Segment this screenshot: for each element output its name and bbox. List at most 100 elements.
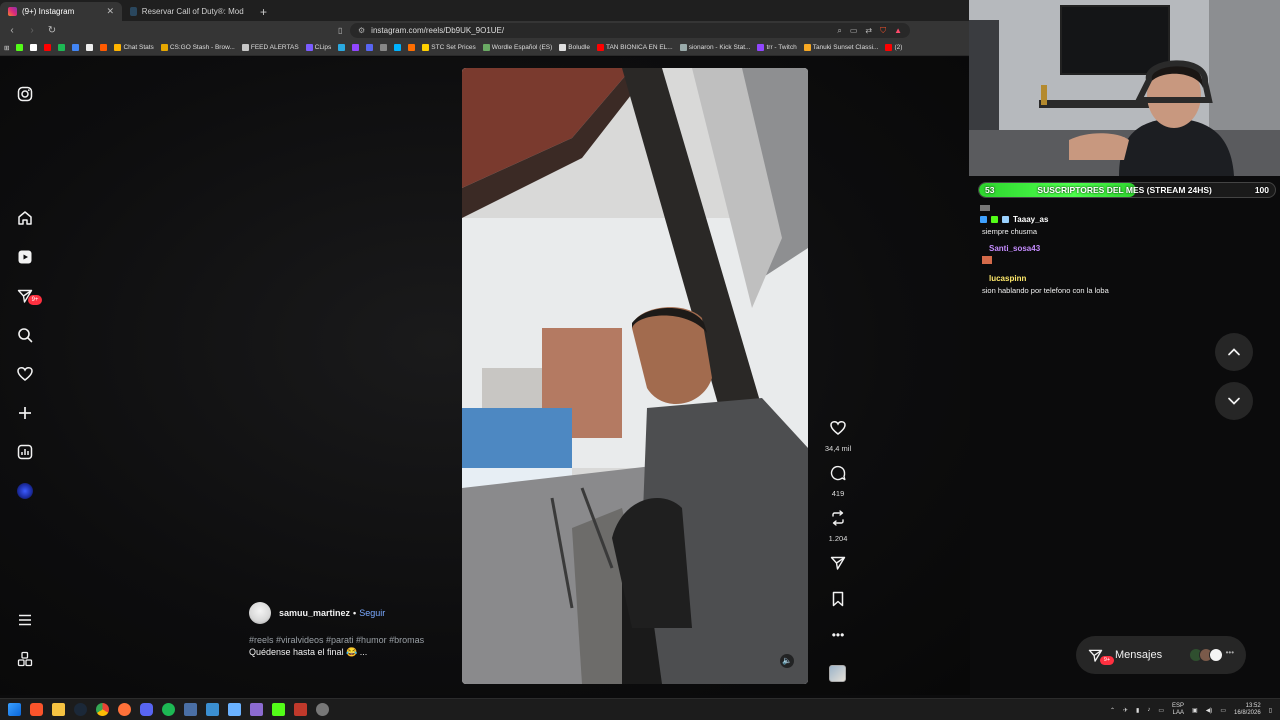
browser-tabbar: (9+) Instagram ✕ Reservar Call of Duty®:… xyxy=(0,0,970,21)
app-icon[interactable] xyxy=(206,703,219,716)
chevron-up-icon[interactable]: ⌃ xyxy=(1110,707,1115,714)
previous-reel-button[interactable] xyxy=(1215,333,1253,371)
bookmark-icon[interactable] xyxy=(394,44,402,51)
next-reel-button[interactable] xyxy=(1215,382,1253,420)
bookmark-feed-alertas[interactable]: FEED ALERTAS xyxy=(241,44,299,51)
back-icon[interactable]: ‹ xyxy=(6,25,18,36)
battery-icon[interactable]: ▭ xyxy=(1220,707,1226,714)
bookmark-chat-stats[interactable]: Chat Stats xyxy=(114,44,154,51)
dashboard-icon[interactable] xyxy=(17,444,33,460)
file-explorer-icon[interactable] xyxy=(52,703,65,716)
new-tab-button[interactable]: + xyxy=(252,2,275,21)
apps-grid-icon[interactable]: ⊞ xyxy=(4,44,9,52)
hashtags[interactable]: #reels #viralvideos #parati #humor #brom… xyxy=(249,634,449,646)
bookmark-tan-bionica[interactable]: TAN BIONICA EN EL... xyxy=(596,44,673,51)
app-icon[interactable] xyxy=(294,703,307,716)
address-bar[interactable]: ▯ ⚙ instagram.com/reels/Db9UK_9O1UE/ ⌕ ▭… xyxy=(338,23,910,38)
tray-app-icon[interactable]: ▮ xyxy=(1136,707,1139,714)
firefox-icon[interactable] xyxy=(118,703,131,716)
settings-icon[interactable] xyxy=(316,703,329,716)
site-info-icon[interactable]: ⚙ xyxy=(358,26,365,35)
app-icon[interactable] xyxy=(228,703,241,716)
mute-icon[interactable]: 🔈 xyxy=(780,654,794,668)
discord-icon[interactable] xyxy=(140,703,153,716)
home-icon[interactable] xyxy=(17,210,33,226)
windows-start-icon[interactable] xyxy=(8,703,21,716)
heart-icon[interactable] xyxy=(17,366,33,382)
url-text[interactable]: instagram.com/reels/Db9UK_9O1UE/ xyxy=(371,26,504,35)
brave-shield-icon[interactable]: ⛉ xyxy=(880,26,886,36)
tray-app-icon[interactable]: ✈ xyxy=(1123,707,1128,714)
bookmark-stc-set-prices[interactable]: STC Set Prices xyxy=(422,44,476,51)
bookmark-boludle[interactable]: Boludle xyxy=(559,44,590,51)
messages-button[interactable]: 9+ Mensajes ••• xyxy=(1076,636,1246,674)
language-indicator[interactable]: ESP LAA xyxy=(1172,703,1184,717)
profile-avatar[interactable] xyxy=(17,483,33,499)
tray-app-icon[interactable]: ▭ xyxy=(1158,707,1164,714)
bookmark-icon[interactable] xyxy=(72,44,80,51)
bookmark-icon[interactable] xyxy=(408,44,416,51)
steam-icon[interactable] xyxy=(74,703,87,716)
brave-browser-icon[interactable] xyxy=(30,703,43,716)
app-icon[interactable] xyxy=(250,703,263,716)
comment-button[interactable]: 419 xyxy=(822,465,854,498)
bookmark-youtube-2[interactable]: (2) xyxy=(885,44,902,51)
instagram-page: 9+ 🔈 34,4 mil 419 1.204 ••• samuu_martin… xyxy=(0,57,970,695)
cast-icon[interactable]: ▭ xyxy=(850,26,858,36)
create-plus-icon[interactable] xyxy=(17,405,33,421)
bookmark-twitch[interactable]: trr - Twitch xyxy=(757,44,797,51)
bookmark-kick-stats[interactable]: sionaron - Kick Stat... xyxy=(679,44,750,51)
bookmark-tanuki[interactable]: Tanuki Sunset Classi... xyxy=(803,44,878,51)
chat-username: lucaspinn xyxy=(989,274,1027,283)
share-button[interactable] xyxy=(822,555,854,576)
author-username[interactable]: samuu_martinez xyxy=(279,608,350,618)
audio-thumbnail[interactable] xyxy=(829,665,846,682)
volume-icon[interactable]: ◀) xyxy=(1206,707,1213,714)
bookmark-clips[interactable]: CLips xyxy=(305,44,331,51)
kick-icon[interactable] xyxy=(272,703,285,716)
bookmark-icon[interactable] xyxy=(86,44,94,51)
menu-icon[interactable] xyxy=(17,612,33,628)
chat-emote xyxy=(980,205,990,211)
more-apps-icon[interactable] xyxy=(17,651,33,667)
repost-button[interactable]: 1.204 xyxy=(822,510,854,543)
spotify-icon[interactable] xyxy=(162,703,175,716)
bookmark-icon[interactable] xyxy=(30,44,38,51)
clock[interactable]: 13:52 16/8/2026 xyxy=(1234,703,1261,717)
bookmark-wordle[interactable]: Wordle Español (ES) xyxy=(482,44,552,51)
tab-instagram[interactable]: (9+) Instagram ✕ xyxy=(0,2,122,21)
bookmark-star-icon[interactable]: ▯ xyxy=(338,26,342,35)
bookmark-icon[interactable] xyxy=(58,44,66,51)
close-tab-icon[interactable]: ✕ xyxy=(106,6,114,17)
microphone-icon[interactable]: ♪ xyxy=(1147,707,1150,713)
instagram-logo-icon[interactable] xyxy=(17,86,33,102)
chrome-icon[interactable] xyxy=(96,703,109,716)
follow-button[interactable]: Seguir xyxy=(359,608,385,618)
author-avatar[interactable] xyxy=(249,602,271,624)
bookmark-icon[interactable] xyxy=(380,44,388,51)
save-button[interactable] xyxy=(822,591,854,612)
caption-text[interactable]: Quédense hasta el final 😂 ... xyxy=(249,647,449,658)
bookmark-icon xyxy=(832,591,844,607)
tab-call-of-duty[interactable]: Reservar Call of Duty®: Modern War... xyxy=(122,2,252,21)
translate-icon[interactable]: ⇄ xyxy=(865,26,872,36)
search-icon[interactable] xyxy=(17,327,33,343)
notifications-icon[interactable]: ▯ xyxy=(1269,707,1272,714)
app-icon[interactable] xyxy=(184,703,197,716)
reload-icon[interactable]: ↻ xyxy=(46,25,58,36)
bookmark-youtube-icon[interactable] xyxy=(44,44,52,51)
network-icon[interactable]: ▣ xyxy=(1192,707,1198,714)
bookmark-icon[interactable] xyxy=(100,44,108,51)
forward-icon[interactable]: › xyxy=(26,25,38,36)
bookmark-icon[interactable] xyxy=(338,44,346,51)
bookmark-csgo-stash[interactable]: CS:GO Stash - Brow... xyxy=(160,44,235,51)
bookmark-icon[interactable] xyxy=(366,44,374,51)
rewards-icon[interactable]: ▲ xyxy=(894,26,902,36)
bookmark-icon[interactable] xyxy=(352,44,360,51)
zoom-icon[interactable]: ⌕ xyxy=(837,26,841,36)
reels-icon[interactable] xyxy=(17,249,33,265)
more-options-button[interactable]: ••• xyxy=(822,627,854,644)
bookmark-kick-icon[interactable] xyxy=(16,44,24,51)
like-button[interactable]: 34,4 mil xyxy=(822,420,854,453)
reel-video[interactable]: 🔈 xyxy=(462,68,808,684)
